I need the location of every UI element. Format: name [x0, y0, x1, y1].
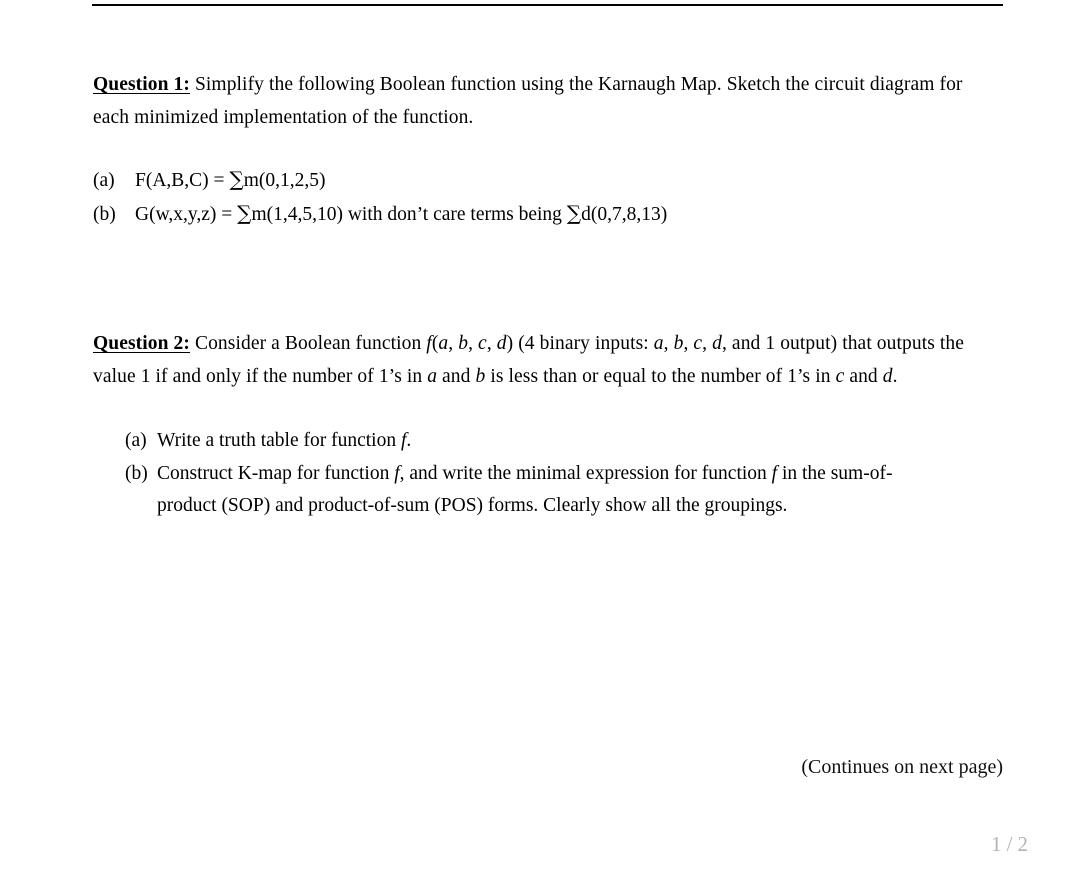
separator: , — [486, 333, 497, 354]
total-page-count: 2 — [1017, 832, 1030, 856]
item-a-text-part-1: Write a truth table for function — [157, 430, 401, 451]
pdf-page: Question 1: Simplify the following Boole… — [0, 0, 1080, 883]
variable-a: a — [427, 366, 438, 387]
question-2-item-b-marker: (b) — [125, 462, 148, 484]
page-indicator: 1/2 — [991, 832, 1030, 857]
question-2-item-a-marker: (a) — [125, 430, 147, 451]
variable-b: b — [673, 333, 684, 354]
list-item: (b) Construct K-map for function f, and … — [125, 458, 1003, 523]
separator: , — [683, 333, 694, 354]
current-page-number: 1 — [991, 832, 1004, 856]
continues-on-next-page-note: (Continues on next page) — [801, 756, 1003, 778]
question-2-body-part-7: . — [892, 366, 898, 387]
item-b-minterms: m(1,4,5,10) with don’t care terms being — [251, 204, 567, 225]
separator: , — [702, 333, 713, 354]
item-b-expression-prefix: G(w,x,y,z) = — [135, 204, 238, 225]
page-top-rule — [92, 4, 1003, 6]
summation-icon-dontcare: ∑ — [566, 201, 582, 225]
variable-d: d — [882, 366, 893, 387]
item-a-minterms: m(0,1,2,5) — [243, 170, 326, 191]
separator: , — [468, 333, 479, 354]
variable-d: d — [496, 333, 507, 354]
question-2-item-b-text: Construct K-map for function f, and writ… — [157, 458, 947, 523]
list-item: (a) F(A,B,C) = ∑m(0,1,2,5) — [93, 163, 1003, 197]
question-2-item-a-text: Write a truth table for function f. — [157, 425, 947, 458]
question-2-body-part-1: Consider a Boolean function — [189, 333, 427, 354]
question-1-item-b-marker: (b) — [93, 204, 116, 225]
list-item: (b) G(w,x,y,z) = ∑m(1,4,5,10) with don’t… — [93, 197, 1003, 231]
variable-c: c — [478, 333, 487, 354]
question-1-body: Simplify the following Boolean function … — [93, 74, 963, 128]
question-1-item-a-marker: (a) — [93, 170, 115, 191]
variable-c: c — [693, 333, 703, 354]
question-2-body-part-4: and — [437, 366, 476, 387]
item-b-text-part-1: Construct K-map for function — [157, 462, 395, 484]
item-b-dontcare-terms: d(0,7,8,13) — [581, 204, 668, 225]
list-item: (a) Write a truth table for function f. — [125, 425, 1003, 458]
question-2-body-part-6: and — [844, 366, 883, 387]
question-1-paragraph: Question 1: Simplify the following Boole… — [93, 68, 1003, 134]
question-2-item-list: (a) Write a truth table for function f. … — [93, 425, 1003, 523]
item-a-text-part-2: . — [406, 430, 412, 451]
separator: , — [663, 333, 674, 354]
question-2-paragraph: Question 2: Consider a Boolean function … — [93, 327, 1003, 393]
variable-a: a — [438, 333, 449, 354]
summation-icon: ∑ — [229, 167, 244, 191]
document-content: Question 1: Simplify the following Boole… — [93, 68, 1003, 523]
question-1-item-b-text: G(w,x,y,z) = ∑m(1,4,5,10) with don’t car… — [135, 197, 1003, 231]
question-1-label: Question 1: — [93, 74, 190, 95]
separator: , — [448, 333, 459, 354]
question-1-item-a-text: F(A,B,C) = ∑m(0,1,2,5) — [135, 163, 1003, 197]
item-a-expression-prefix: F(A,B,C) = — [135, 170, 230, 191]
question-1-item-list: (a) F(A,B,C) = ∑m(0,1,2,5) (b) G(w,x,y,z… — [93, 163, 1003, 231]
question-2-body-part-5: is less than or equal to the number of 1… — [485, 366, 836, 387]
variable-b: b — [475, 366, 486, 387]
question-2-body-part-2: (4 binary inputs: — [513, 333, 654, 354]
page-separator: / — [1006, 832, 1015, 856]
question-2-label: Question 2: — [93, 333, 190, 354]
variable-d: d — [712, 333, 722, 354]
variable-a: a — [653, 333, 664, 354]
summation-icon: ∑ — [237, 201, 252, 225]
item-b-text-part-2: , and write the minimal expression for f… — [399, 462, 772, 484]
variable-b: b — [458, 333, 469, 354]
